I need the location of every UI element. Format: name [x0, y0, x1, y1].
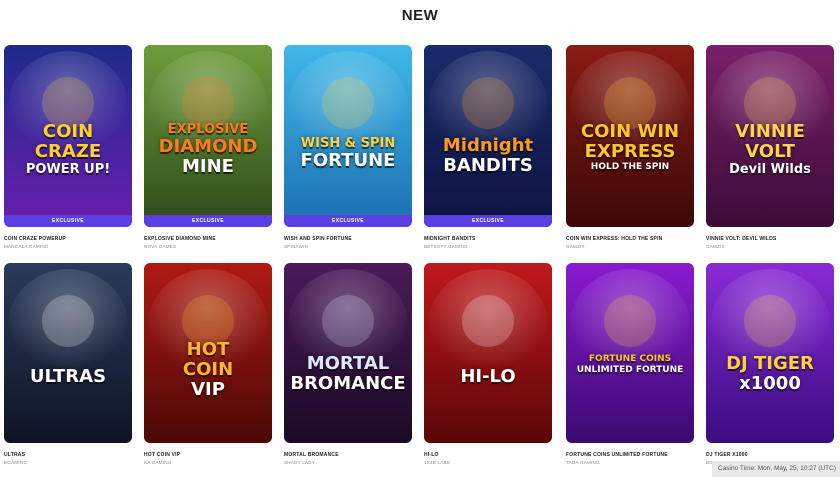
game-logo-line: COIN	[182, 359, 234, 380]
game-title[interactable]: VINNIE VOLT: DEVIL WILDS	[706, 236, 834, 242]
game-card[interactable]: FORTUNE COINS UNLIMITED FORTUNE FORTUNE CO…	[566, 263, 694, 465]
game-logo-line: MORTAL	[306, 353, 390, 374]
game-card[interactable]: HOT COIN VIP HOT COIN VIP KA GAMING	[144, 263, 272, 465]
game-card[interactable]: VINNIE VOLT Devil Wilds VINNIE VOLT: DEVIL …	[706, 45, 834, 249]
game-logo-line: BROMANCE	[290, 373, 406, 394]
game-thumbnail[interactable]: COIN WIN EXPRESS HOLD THE SPIN	[566, 45, 694, 227]
game-logo-line: VIP	[191, 379, 225, 400]
game-provider: SPINAWIN	[284, 244, 309, 249]
section-title: NEW	[401, 7, 439, 24]
game-logo-line: COIN	[42, 121, 94, 142]
game-logo: VINNIE VOLT Devil Wilds	[706, 121, 834, 177]
game-logo-line: x1000	[739, 373, 801, 394]
game-logo-line: DIAMOND	[158, 136, 258, 157]
game-thumbnail[interactable]: HOT COIN VIP	[144, 263, 272, 443]
game-thumbnail[interactable]: FORTUNE COINS UNLIMITED FORTUNE	[566, 263, 694, 443]
game-card[interactable]: COIN WIN EXPRESS HOLD THE SPIN COIN WIN EXP…	[566, 45, 694, 249]
game-card[interactable]: HI-LO HI-LO 1X2B LABS	[424, 263, 552, 465]
game-logo-line: ULTRAS	[29, 366, 107, 387]
game-artwork	[4, 263, 132, 443]
game-logo-line: COIN WIN	[580, 121, 680, 142]
game-card[interactable]: DJ TIGERx1000DJ TIGER X1000BGAMING	[706, 263, 834, 465]
game-logo-line: VINNIE	[735, 121, 805, 142]
game-provider: GAMZIX	[706, 244, 725, 249]
game-thumbnail[interactable]: WISH & SPIN FORTUNE EXCLUSIVE	[284, 45, 412, 227]
game-title[interactable]: HI-LO	[424, 452, 552, 458]
exclusive-badge: EXCLUSIVE	[284, 215, 412, 227]
game-thumbnail[interactable]: Midnight BANDITS EXCLUSIVE	[424, 45, 552, 227]
game-logo: ULTRAS	[4, 368, 132, 386]
game-logo-line: FORTUNE COINS	[588, 354, 672, 364]
game-logo: COIN CRAZE POWER UP!	[4, 121, 132, 177]
game-logo-line: Midnight	[442, 135, 534, 156]
game-logo-line: HOLD THE SPIN	[590, 162, 670, 172]
casino-time: Casino Time: Mon, May, 25, 10:27 (UTC)	[712, 461, 840, 477]
game-title[interactable]: MORTAL BROMANCE	[284, 452, 412, 458]
game-title[interactable]: FORTUNE COINS UNLIMITED FORTUNE	[566, 452, 694, 458]
game-card[interactable]: MORTAL BROMANCE MORTAL BROMANCE SHADY LADY	[284, 263, 412, 465]
game-thumbnail[interactable]: COIN CRAZE POWER UP! EXCLUSIVE	[4, 45, 132, 227]
game-logo-line: VOLT	[745, 141, 795, 162]
game-logo-line: HI-LO	[460, 366, 516, 387]
game-logo: FORTUNE COINS UNLIMITED FORTUNE	[566, 355, 694, 375]
game-title[interactable]: MIDNIGHT BANDITS	[424, 236, 552, 242]
game-thumbnail[interactable]: HI-LO	[424, 263, 552, 443]
game-card[interactable]: EXPLOSIVE DIAMOND MINE EXCLUSIVE EXPLOSIVE D…	[144, 45, 272, 249]
game-provider: MANCALA GAMING	[4, 244, 49, 249]
game-logo-line: EXPLOSIVE	[167, 122, 249, 137]
game-title[interactable]: COIN CRAZE POWERUP	[4, 236, 132, 242]
game-card[interactable]: Midnight BANDITS EXCLUSIVE MIDNIGHT BANDITS…	[424, 45, 552, 249]
game-logo-line: EXPRESS	[584, 141, 676, 162]
exclusive-badge: EXCLUSIVE	[4, 215, 132, 227]
game-logo: EXPLOSIVE DIAMOND MINE	[144, 123, 272, 176]
game-provider: TADA GAMING	[566, 460, 600, 465]
game-thumbnail[interactable]: EXPLOSIVE DIAMOND MINE EXCLUSIVE	[144, 45, 272, 227]
game-logo: Midnight BANDITS	[424, 137, 552, 175]
game-provider: BGAMING	[4, 460, 28, 465]
game-logo-line: FORTUNE	[300, 150, 396, 171]
game-logo: HOT COIN VIP	[144, 341, 272, 399]
game-logo: WISH & SPIN FORTUNE	[284, 137, 412, 170]
game-provider: GAMZIX	[566, 244, 585, 249]
game-card[interactable]: ULTRAS ULTRAS BGAMING	[4, 263, 132, 465]
game-artwork	[566, 263, 694, 443]
game-title[interactable]: COIN WIN EXPRESS: HOLD THE SPIN	[566, 236, 694, 242]
game-provider: SHADY LADY	[284, 460, 316, 465]
game-thumbnail[interactable]: MORTAL BROMANCE	[284, 263, 412, 443]
game-provider: 1X2B LABS	[424, 460, 451, 465]
game-logo: COIN WIN EXPRESS HOLD THE SPIN	[566, 123, 694, 172]
game-logo-line: BANDITS	[443, 155, 533, 176]
game-logo-line: POWER UP!	[25, 162, 111, 177]
game-card[interactable]: COIN CRAZE POWER UP! EXCLUSIVE COIN CRAZE PO…	[4, 45, 132, 249]
game-logo-line: UNLIMITED FORTUNE	[576, 365, 684, 375]
game-provider: KA GAMING	[144, 460, 172, 465]
game-logo-line: WISH & SPIN	[300, 136, 396, 151]
game-title[interactable]: WISH AND SPIN FORTUNE	[284, 236, 412, 242]
game-thumbnail[interactable]: ULTRAS	[4, 263, 132, 443]
game-artwork	[424, 263, 552, 443]
game-logo-line: CRAZE	[34, 141, 102, 162]
game-logo-line: Devil Wilds	[729, 162, 811, 177]
game-title[interactable]: EXPLOSIVE DIAMOND MINE	[144, 236, 272, 242]
game-logo-line: HOT	[186, 339, 230, 360]
game-thumbnail[interactable]: VINNIE VOLT Devil Wilds	[706, 45, 834, 227]
game-logo: HI-LO	[424, 368, 552, 386]
game-provider: NOVA GAMES	[144, 244, 177, 249]
game-logo-line: MINE	[182, 156, 234, 177]
game-card[interactable]: WISH & SPIN FORTUNE EXCLUSIVE WISH AND SPIN…	[284, 45, 412, 249]
game-logo-line: DJ TIGER	[726, 353, 814, 374]
exclusive-badge: EXCLUSIVE	[144, 215, 272, 227]
game-logo: DJ TIGER x1000	[706, 355, 834, 393]
game-title[interactable]: HOT COIN VIP	[144, 452, 272, 458]
game-title[interactable]: DJ TIGER X1000	[706, 452, 834, 458]
exclusive-badge: EXCLUSIVE	[424, 215, 552, 227]
game-thumbnail[interactable]: DJ TIGER x1000	[706, 263, 834, 443]
game-logo: MORTAL BROMANCE	[284, 355, 412, 393]
game-provider: BETSOFT GAMING	[424, 244, 468, 249]
game-title[interactable]: ULTRAS	[4, 452, 132, 458]
